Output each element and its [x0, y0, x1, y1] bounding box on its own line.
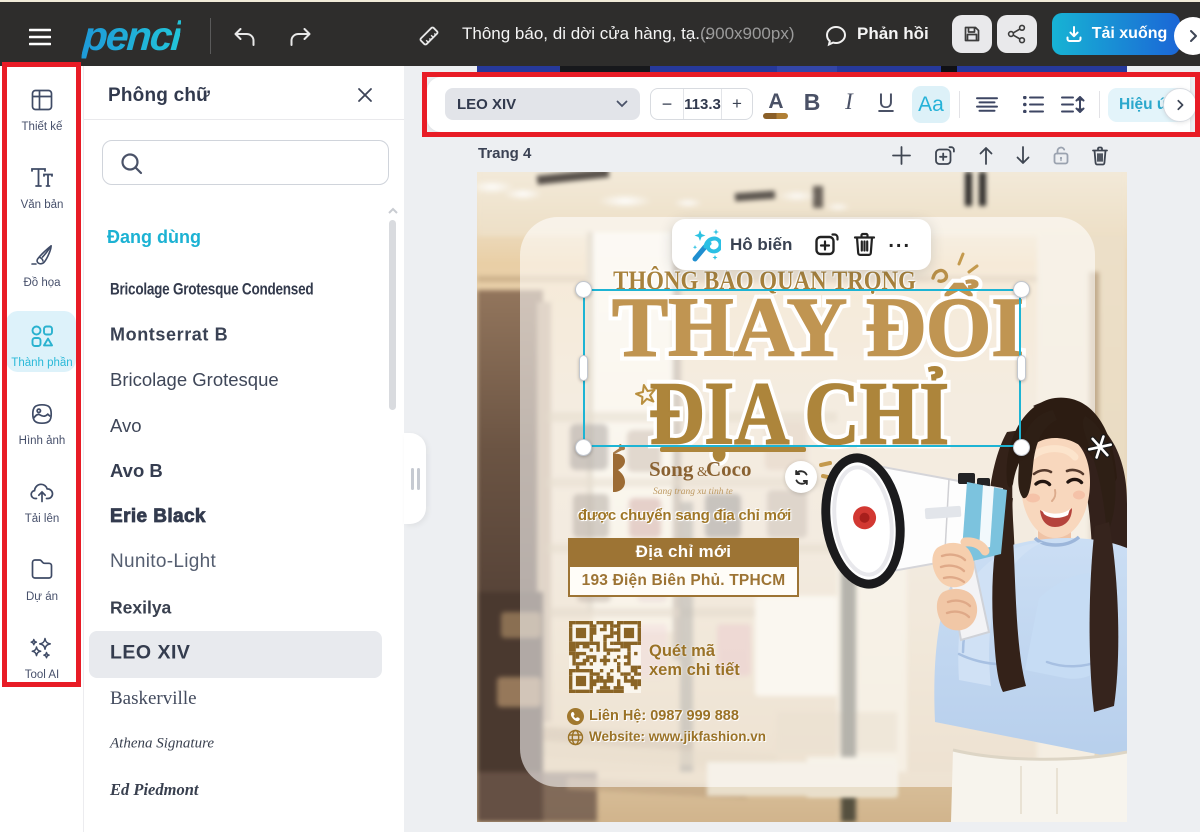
svg-text:Coco: Coco — [706, 457, 752, 481]
svg-text:Song: Song — [649, 457, 694, 481]
svg-text:Sang trang xu tinh te: Sang trang xu tinh te — [653, 487, 733, 497]
